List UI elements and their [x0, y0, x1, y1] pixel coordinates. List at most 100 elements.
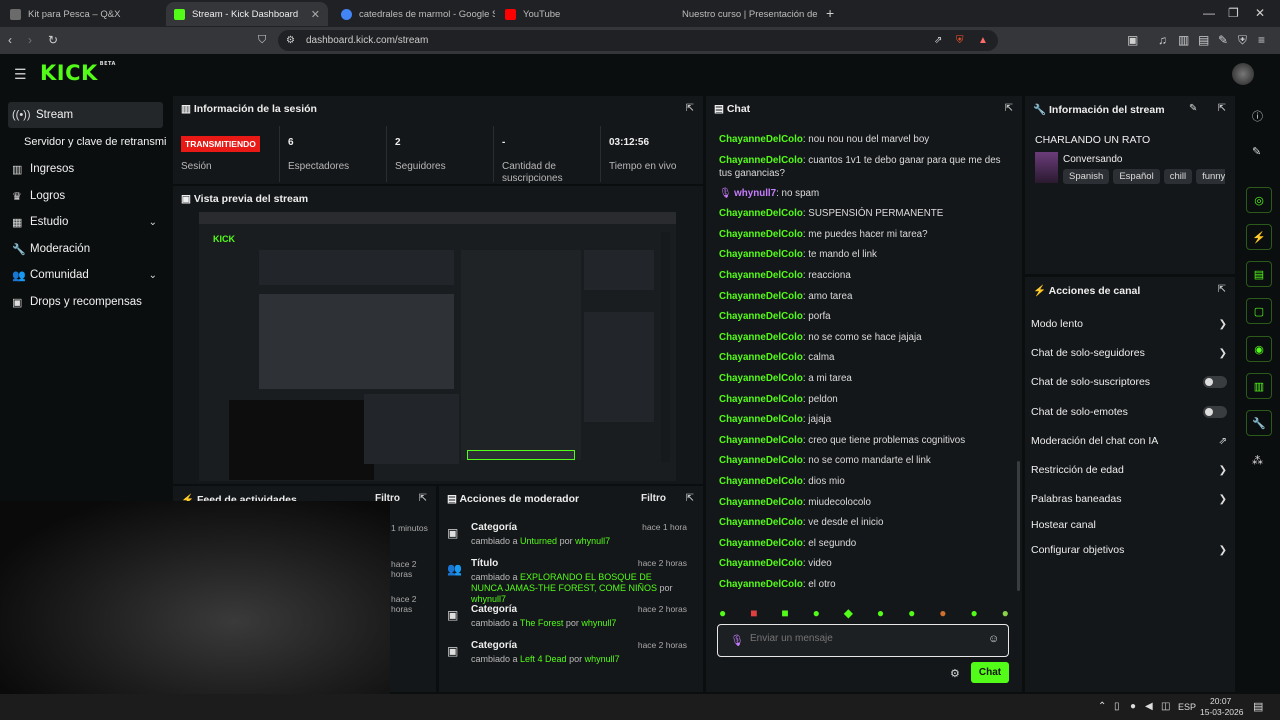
detail-user[interactable]: whynull7 — [471, 594, 506, 604]
emote-icon[interactable]: ● — [1002, 606, 1009, 622]
action-slow-mode[interactable]: Modo lento ❯ — [1031, 315, 1227, 333]
site-info-icon[interactable]: ⚙ — [286, 34, 295, 48]
chat-username[interactable]: ChayanneDelColo — [719, 229, 803, 240]
chat-input-field[interactable] — [750, 633, 970, 644]
kick-logo[interactable]: KICK BETA — [40, 61, 116, 85]
wallet-icon[interactable]: ▤ — [1198, 33, 1209, 47]
expand-icon[interactable]: ⇱ — [1005, 103, 1013, 114]
info-icon[interactable]: ⓘ — [1252, 108, 1263, 124]
expand-icon[interactable]: ⇱ — [686, 103, 694, 114]
hamburger-icon[interactable]: ☰ — [14, 67, 27, 81]
rail-button[interactable]: ◉ — [1246, 336, 1272, 362]
emote-icon[interactable]: ● — [813, 606, 820, 622]
rail-button[interactable]: ◎ — [1246, 187, 1272, 213]
chat-username[interactable]: ChayanneDelColo — [719, 373, 803, 384]
clock-date[interactable]: 15-03-2026 — [1200, 707, 1243, 717]
rewards-icon[interactable]: ▲ — [978, 34, 988, 48]
rail-button[interactable]: ▢ — [1246, 298, 1272, 324]
rail-button[interactable]: ▥ — [1246, 373, 1272, 399]
expand-icon[interactable]: ⇱ — [1218, 103, 1226, 114]
back-icon[interactable]: ‹ — [8, 33, 12, 47]
expand-icon[interactable]: ⇱ — [419, 493, 427, 504]
tag[interactable]: funny — [1196, 169, 1225, 184]
mic-tray-icon[interactable]: ● — [1130, 701, 1136, 712]
clock-time[interactable]: 20:07 — [1210, 696, 1231, 706]
sidebar-item-estudio[interactable]: ▦ Estudio ⌄ — [8, 209, 163, 235]
chat-username[interactable]: ChayanneDelColo — [719, 435, 803, 446]
browser-tab[interactable]: YouTube — [497, 2, 657, 26]
chat-username[interactable]: ChayanneDelColo — [719, 394, 803, 405]
forward-icon[interactable]: › — [28, 33, 32, 47]
chat-username[interactable]: ChayanneDelColo — [719, 291, 803, 302]
chat-username[interactable]: ChayanneDelColo — [719, 311, 803, 322]
emote-icon[interactable]: ● — [877, 606, 884, 622]
sidebar-item-moderacion[interactable]: 🔧 Moderación — [8, 236, 163, 262]
expand-icon[interactable]: ⇱ — [686, 493, 694, 504]
chat-input[interactable]: 🎙 ☺ — [717, 624, 1009, 657]
emote-icon[interactable]: ● — [719, 606, 726, 622]
network-icon[interactable]: ◫ — [1161, 701, 1170, 712]
extensions-icon[interactable]: ✎ — [1218, 33, 1228, 47]
sidebar-toggle-icon[interactable]: ▥ — [1178, 33, 1189, 47]
minimize-icon[interactable]: — — [1203, 6, 1215, 20]
action-followers-only[interactable]: Chat de solo-seguidores ❯ — [1031, 344, 1227, 362]
notifications-icon[interactable]: ▤ — [1253, 700, 1263, 713]
browser-tab[interactable]: catedrales de marmol - Google Searc — [333, 2, 495, 26]
expand-icon[interactable]: ⇱ — [1218, 284, 1226, 295]
rail-button[interactable]: ⚡ — [1246, 224, 1272, 250]
emote-icon[interactable]: ● — [970, 606, 977, 622]
stream-preview-video[interactable]: KICK — [199, 212, 676, 481]
brave-shield-icon[interactable]: ⛨ — [956, 34, 964, 48]
new-tab-button[interactable]: + — [826, 6, 834, 20]
language-indicator[interactable]: ESP — [1178, 702, 1196, 712]
chat-username[interactable]: ChayanneDelColo — [719, 208, 803, 219]
share-icon[interactable]: ⇗ — [934, 34, 942, 48]
tray-chevron-icon[interactable]: ⌃ — [1098, 701, 1106, 712]
action-host-channel[interactable]: Hostear canal — [1031, 516, 1227, 534]
browser-tab-active[interactable]: Stream - Kick Dashboard ✕ — [166, 2, 328, 26]
chat-username[interactable]: ChayanneDelColo — [719, 332, 803, 343]
detail-user[interactable]: whynull7 — [581, 618, 616, 628]
sidebar-item-ingresos[interactable]: ▥ Ingresos — [8, 156, 163, 182]
chat-username[interactable]: ChayanneDelColo — [719, 270, 803, 281]
avatar[interactable] — [1232, 63, 1254, 85]
tag[interactable]: chill — [1163, 169, 1193, 184]
tag[interactable]: Spanish — [1063, 169, 1110, 184]
media-icon[interactable]: ♫ — [1158, 33, 1167, 47]
sidebar-item-comunidad[interactable]: 👥 Comunidad ⌄ — [8, 262, 163, 288]
chat-username[interactable]: ChayanneDelColo — [719, 497, 803, 508]
chat-username[interactable]: ChayanneDelColo — [719, 352, 803, 363]
reload-icon[interactable]: ↻ — [48, 33, 58, 47]
send-chat-button[interactable]: Chat — [971, 662, 1009, 683]
chat-username[interactable]: ChayanneDelColo — [719, 517, 803, 528]
chat-username[interactable]: ChayanneDelColo — [719, 538, 803, 549]
detail-user[interactable]: whynull7 — [585, 654, 620, 664]
address-input[interactable]: ⚙ dashboard.kick.com/stream ⇗ ⛨ ▲ — [278, 30, 998, 51]
detail-user[interactable]: whynull7 — [575, 536, 610, 546]
edit-icon[interactable]: ✎ — [1252, 145, 1261, 158]
chat-settings-icon[interactable]: ⚙ — [950, 667, 960, 680]
chat-username[interactable]: ChayanneDelColo — [719, 249, 803, 260]
chat-username[interactable]: ChayanneDelColo — [719, 414, 803, 425]
maximize-icon[interactable]: ❐ — [1228, 6, 1239, 20]
chat-username[interactable]: whynull7 — [734, 188, 776, 199]
emotes-only-toggle[interactable] — [1203, 406, 1227, 418]
leo-icon[interactable]: ▣ — [1127, 33, 1138, 47]
chat-username[interactable]: ChayanneDelColo — [719, 558, 803, 569]
speaker-icon[interactable]: ◀ — [1145, 701, 1153, 712]
tray-icon[interactable]: ▯ — [1114, 701, 1120, 712]
rail-button[interactable]: ▤ — [1246, 261, 1272, 287]
emote-icon[interactable]: ■ — [781, 606, 788, 622]
chat-username[interactable]: ChayanneDelColo — [719, 155, 803, 166]
sidebar-item-logros[interactable]: ♛ Logros — [8, 183, 163, 209]
more-icon[interactable]: ⁂ — [1252, 454, 1263, 467]
vpn-icon[interactable]: ⛨ — [1238, 33, 1247, 47]
emote-icon[interactable]: ◆ — [844, 606, 853, 622]
sidebar-item-drops[interactable]: ▣ Drops y recompensas — [8, 289, 163, 315]
rail-button[interactable]: 🔧 — [1246, 410, 1272, 436]
tag[interactable]: Español — [1113, 169, 1160, 184]
action-banned-words[interactable]: Palabras baneadas ❯ — [1031, 490, 1227, 508]
action-ai-moderation[interactable]: Moderación del chat con IA ⇗ — [1031, 432, 1227, 450]
subs-only-toggle[interactable] — [1203, 376, 1227, 388]
action-age-restriction[interactable]: Restricción de edad ❯ — [1031, 461, 1227, 479]
